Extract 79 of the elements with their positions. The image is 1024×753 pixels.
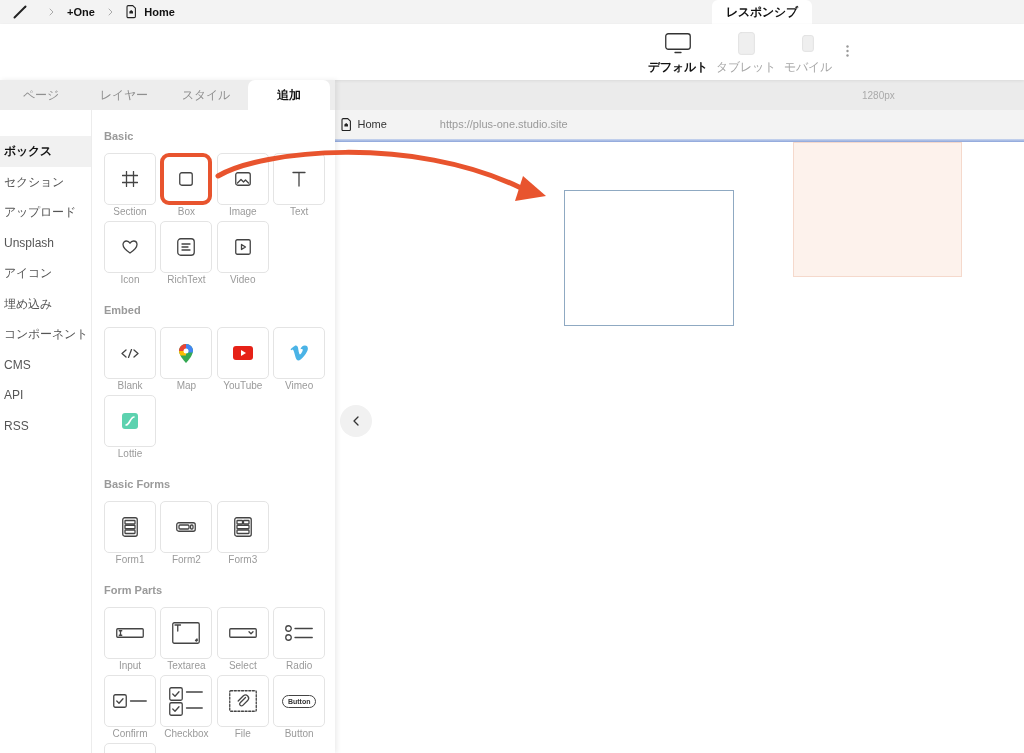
tile-label: Form1 — [115, 553, 145, 567]
curve-tile-icon — [122, 413, 138, 429]
heart-icon — [122, 240, 138, 254]
checkbox-line-icon — [113, 694, 147, 708]
tile-label: Input — [118, 659, 142, 673]
panel-tab[interactable]: 追加 — [247, 80, 330, 110]
section-heading: Basic — [104, 129, 135, 143]
text-input-icon — [116, 628, 144, 638]
tile-label: File — [234, 727, 251, 741]
device-button[interactable]: デフォルト — [646, 24, 710, 74]
tile-label: Video — [230, 273, 256, 287]
v-shape-icon — [290, 345, 309, 361]
section-heading: Basic Forms — [104, 477, 172, 491]
tile-label: Text — [290, 205, 309, 219]
checkbox-list-icon — [169, 686, 204, 716]
image-icon — [234, 172, 251, 186]
more-icon[interactable] — [846, 45, 849, 57]
tile-label: Select — [228, 659, 257, 673]
tile-label: Vimeo — [285, 379, 314, 393]
category-item[interactable]: 埋め込み — [0, 288, 91, 319]
radio-list-icon — [285, 625, 314, 641]
tile-label: Form2 — [171, 553, 201, 567]
map-pin-icon — [179, 343, 194, 363]
page-icon — [341, 117, 352, 132]
url-text: https://plus-one.studio.site — [439, 117, 568, 133]
tablet-icon — [737, 31, 755, 55]
page-name: Home — [357, 117, 387, 133]
section-heading: Form Parts — [104, 583, 164, 597]
tile-label: Image — [228, 205, 257, 219]
chevron-right-icon — [49, 8, 54, 16]
tile-label: Map — [176, 379, 197, 393]
category-item[interactable]: セクション — [0, 166, 91, 197]
grid-form-icon — [233, 517, 252, 537]
category-item[interactable]: RSS — [0, 410, 91, 441]
paperclip-icon — [228, 690, 257, 712]
video-play-icon — [232, 346, 253, 360]
code-icon — [121, 348, 139, 358]
tile-label: Box — [177, 205, 195, 219]
tile-label: Radio — [286, 659, 313, 673]
breadcrumb-link[interactable]: +One — [67, 5, 95, 19]
category-item[interactable]: Unsplash — [0, 227, 91, 258]
page-icon — [125, 5, 137, 19]
tile-label: Textarea — [167, 659, 206, 673]
mode-tab[interactable]: レスポンシブ — [712, 0, 812, 24]
text-lines-icon — [177, 238, 196, 256]
square-icon — [179, 172, 194, 186]
tile-label: Checkbox — [164, 727, 209, 741]
tile-label: Confirm — [112, 727, 148, 741]
slash-icon[interactable] — [13, 5, 27, 19]
phone-icon — [802, 34, 814, 52]
tile-label: Blank — [117, 379, 143, 393]
tile-label: YouTube — [223, 379, 263, 393]
tile-label: Button — [284, 727, 314, 741]
section-heading: Embed — [104, 303, 142, 317]
tile-label: RichText — [167, 273, 206, 287]
tile-label: Section — [113, 205, 147, 219]
text-icon — [292, 171, 307, 187]
tile-label: Form3 — [228, 553, 258, 567]
collapse-button[interactable] — [340, 405, 372, 437]
width-label: 1280px — [862, 88, 895, 103]
monitor-icon — [665, 32, 691, 54]
tile-label: Icon — [120, 273, 140, 287]
play-square-icon — [234, 239, 251, 255]
textarea-icon — [172, 622, 201, 644]
chevron-left-icon — [353, 416, 359, 426]
element-tile[interactable] — [160, 153, 213, 205]
breadcrumb-link[interactable]: Home — [144, 5, 175, 19]
category-item[interactable]: アイコン — [0, 258, 91, 289]
stacked-form-icon — [122, 517, 138, 537]
category-item[interactable]: アップロード — [0, 197, 91, 228]
category-item[interactable]: CMS — [0, 349, 91, 380]
tile-label: Lottie — [117, 447, 143, 461]
inline-form-icon — [176, 522, 197, 532]
dropdown-icon — [228, 628, 257, 638]
category-item[interactable]: ボックス — [0, 136, 91, 167]
chevron-right-icon — [107, 8, 113, 16]
category-item[interactable]: API — [0, 380, 91, 411]
frame-grid-icon — [122, 171, 138, 187]
category-item[interactable]: コンポーネント — [0, 319, 91, 350]
